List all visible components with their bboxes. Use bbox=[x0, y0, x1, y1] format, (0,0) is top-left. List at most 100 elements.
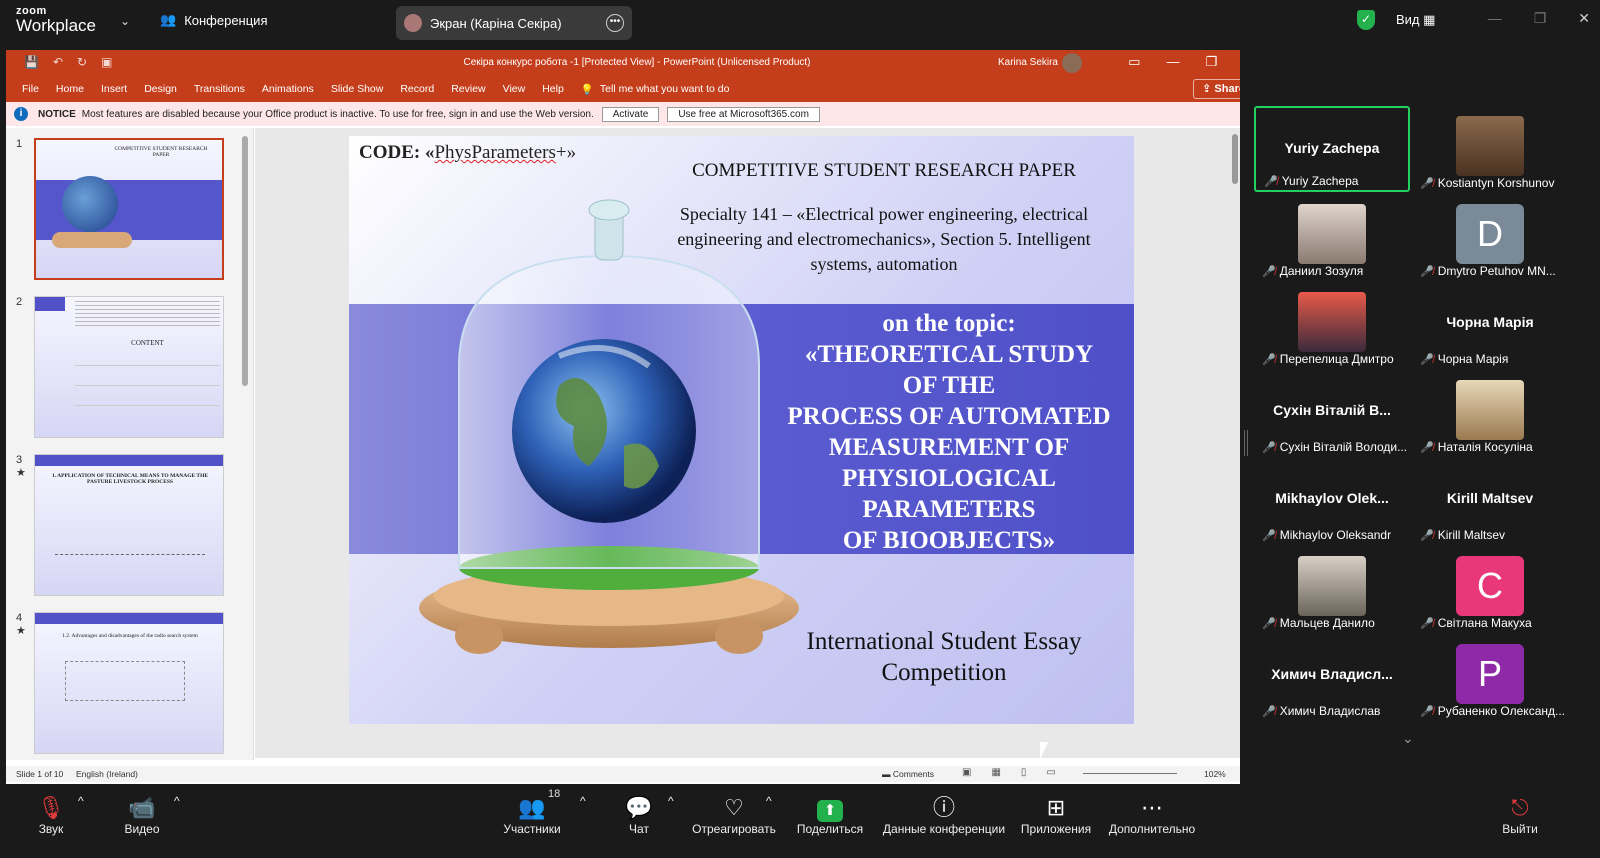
participant-tile[interactable]: 🎤̸ Даниил Зозуля bbox=[1254, 194, 1410, 280]
thumb-diagram bbox=[65, 661, 185, 701]
more-options-icon[interactable]: ••• bbox=[606, 14, 624, 32]
topic-line: on the topic: bbox=[882, 310, 1016, 337]
restore-icon[interactable]: ❐ bbox=[1205, 54, 1217, 70]
participant-tile[interactable]: 🎤̸ Kostiantyn Korshunov bbox=[1412, 106, 1568, 192]
participant-name: Kostiantyn Korshunov bbox=[1437, 176, 1555, 190]
audio-button[interactable]: 🎙 Звук bbox=[30, 794, 72, 836]
normal-view-icon[interactable]: ▣ bbox=[962, 767, 971, 778]
chevron-down-icon[interactable]: ⌄ bbox=[120, 14, 130, 28]
participant-photo bbox=[1298, 556, 1366, 616]
video-off-icon: 📹 bbox=[128, 795, 156, 820]
current-slide[interactable]: CODE: «PhysParameters+» COMPETITIVE STUD… bbox=[349, 136, 1134, 724]
participant-name: Даниил Зозуля bbox=[1279, 264, 1364, 278]
participant-tile[interactable]: Kirill Maltsev 🎤̸ Kirill Maltsev bbox=[1412, 458, 1568, 544]
video-button[interactable]: 📹 Видео bbox=[118, 794, 166, 836]
participants-button[interactable]: 👥 Участники bbox=[500, 794, 564, 836]
language[interactable]: English (Ireland) bbox=[76, 769, 138, 779]
meeting-info-button[interactable]: ⓘ Данные конференции bbox=[882, 794, 1006, 836]
tab-review[interactable]: Review bbox=[451, 83, 485, 95]
tab-help[interactable]: Help bbox=[542, 83, 564, 95]
user-name[interactable]: Karina Sekira bbox=[998, 57, 1058, 68]
close-icon[interactable]: ✕ bbox=[1578, 10, 1590, 27]
screen-share-indicator[interactable]: Экран (Каріна Секіра) ••• bbox=[396, 6, 632, 40]
thumb-diagram bbox=[55, 505, 205, 555]
react-options-caret[interactable]: ^ bbox=[766, 794, 772, 808]
share-screen-button[interactable]: ⬆ Поделиться bbox=[792, 794, 868, 836]
tab-design[interactable]: Design bbox=[144, 83, 177, 95]
maximize-icon[interactable]: ❐ bbox=[1534, 10, 1547, 27]
slide-thumbnail[interactable]: 1. APPLICATION OF TECHNICAL MEANS TO MAN… bbox=[34, 454, 224, 596]
leave-icon: ⎋ bbox=[1511, 795, 1529, 820]
activate-button[interactable]: Activate bbox=[601, 106, 660, 122]
thumbnail-scrollbar[interactable] bbox=[242, 136, 248, 386]
participant-tile[interactable]: D 🎤̸ Dmytro Petuhov MN... bbox=[1412, 194, 1568, 280]
chat-button[interactable]: 💬 Чат bbox=[624, 794, 654, 836]
zoom-slider[interactable] bbox=[1083, 773, 1177, 774]
participant-tile[interactable]: Сухін Віталій В... 🎤̸ Сухін Віталій Волод… bbox=[1254, 370, 1410, 456]
participant-tile[interactable]: 🎤̸ Перепелица Дмитро bbox=[1254, 282, 1410, 368]
slide-specialty: Specialty 141 – «Electrical power engine… bbox=[677, 204, 1091, 274]
participant-tile[interactable]: Химич Владисл... 🎤̸ Химич Владислав bbox=[1254, 634, 1410, 720]
share-screen-label: Поделиться bbox=[796, 822, 864, 836]
participant-tile[interactable]: C 🎤̸ Світлана Макуха bbox=[1412, 546, 1568, 632]
thumb-number: 3 bbox=[16, 454, 23, 466]
people-icon: 👥 bbox=[160, 12, 177, 27]
slide-thumbnail[interactable]: 1.2. Advantages and disadvantages of the… bbox=[34, 612, 224, 754]
more-button[interactable]: ⋯ Дополнительно bbox=[1106, 794, 1198, 836]
video-options-caret[interactable]: ^ bbox=[174, 794, 180, 808]
slideshow-icon[interactable]: ▭ bbox=[1046, 767, 1055, 778]
conference-button[interactable]: 👥 Конференция bbox=[160, 12, 267, 28]
chat-label: Чат bbox=[629, 822, 649, 836]
heart-icon: ♡ bbox=[724, 795, 744, 820]
reading-view-icon[interactable]: ▯ bbox=[1021, 767, 1027, 778]
participants-options-caret[interactable]: ^ bbox=[580, 794, 586, 808]
security-shield-icon[interactable]: ✓ bbox=[1357, 10, 1375, 30]
minimize-icon[interactable]: — bbox=[1488, 10, 1502, 27]
participant-big-name: Чорна Марія bbox=[1446, 314, 1534, 330]
minimize-icon[interactable]: — bbox=[1166, 54, 1179, 70]
use-free-button[interactable]: Use free at Microsoft365.com bbox=[667, 106, 820, 122]
participant-tile[interactable]: Mikhaylov Olek... 🎤̸ Mikhaylov Oleksandr bbox=[1254, 458, 1410, 544]
tell-me-search[interactable]: Tell me what you want to do bbox=[600, 83, 730, 95]
user-avatar[interactable] bbox=[1062, 53, 1082, 73]
leave-button[interactable]: ⎋ Выйти bbox=[1500, 794, 1540, 836]
mic-muted-icon: 🎤̸ bbox=[1262, 530, 1276, 542]
participant-tile[interactable]: Чорна Марія 🎤̸ Чорна Марія bbox=[1412, 282, 1568, 368]
tab-record[interactable]: Record bbox=[400, 83, 434, 95]
code-suffix: +» bbox=[555, 142, 577, 163]
tab-view[interactable]: View bbox=[503, 83, 526, 95]
chevron-down-icon[interactable]: ⌄ bbox=[1402, 730, 1414, 747]
participant-big-name: Химич Владисл... bbox=[1271, 666, 1393, 682]
apps-button[interactable]: ⊞ Приложения bbox=[1018, 794, 1094, 836]
tab-home[interactable]: Home bbox=[56, 83, 84, 95]
animation-star-icon: ★ bbox=[16, 467, 26, 479]
apps-label: Приложения bbox=[1020, 822, 1092, 836]
tab-transitions[interactable]: Transitions bbox=[194, 83, 245, 95]
tab-slide-show[interactable]: Slide Show bbox=[331, 83, 384, 95]
zoom-logo[interactable]: zoom Workplace bbox=[16, 6, 96, 35]
slide-sorter-icon[interactable]: ▦ bbox=[991, 767, 1000, 778]
mic-muted-icon: 🎤̸ bbox=[1420, 706, 1434, 718]
notice-label: NOTICE bbox=[38, 108, 76, 120]
tab-animations[interactable]: Animations bbox=[262, 83, 314, 95]
zoom-percent[interactable]: 102% bbox=[1204, 769, 1226, 779]
slide-thumbnail[interactable]: CONTENT bbox=[34, 296, 224, 438]
comments-button[interactable]: ▬ Comments bbox=[882, 769, 934, 779]
participant-name: Yuriy Zachepa bbox=[1281, 174, 1359, 188]
zoom-top-bar: zoom Workplace ⌄ 👥 Конференция Экран (Ка… bbox=[0, 0, 1600, 46]
audio-options-caret[interactable]: ^ bbox=[78, 794, 84, 808]
chat-options-caret[interactable]: ^ bbox=[668, 794, 674, 808]
editor-scrollbar[interactable] bbox=[1232, 134, 1238, 184]
slide-thumbnail[interactable]: COMPETITIVE STUDENT RESEARCH PAPER bbox=[34, 138, 224, 280]
participant-tile[interactable]: 🎤̸ Наталія Косуліна bbox=[1412, 370, 1568, 456]
react-button[interactable]: ♡ Отреагировать bbox=[690, 794, 778, 836]
participant-tile[interactable]: Yuriy Zachepa 🎤̸ Yuriy Zachepa bbox=[1254, 106, 1410, 192]
tab-file[interactable]: File bbox=[22, 83, 39, 95]
mic-muted-icon: 🎤̸ bbox=[1264, 176, 1278, 188]
view-button[interactable]: Вид ▦ bbox=[1396, 12, 1435, 28]
participant-tile[interactable]: 🎤̸ Мальцев Данило bbox=[1254, 546, 1410, 632]
participant-tile[interactable]: P 🎤̸ Рубаненко Олександ... bbox=[1412, 634, 1568, 720]
panel-resize-handle[interactable] bbox=[1244, 430, 1248, 456]
ribbon-display-icon[interactable]: ▭ bbox=[1128, 54, 1140, 70]
tab-insert[interactable]: Insert bbox=[101, 83, 127, 95]
